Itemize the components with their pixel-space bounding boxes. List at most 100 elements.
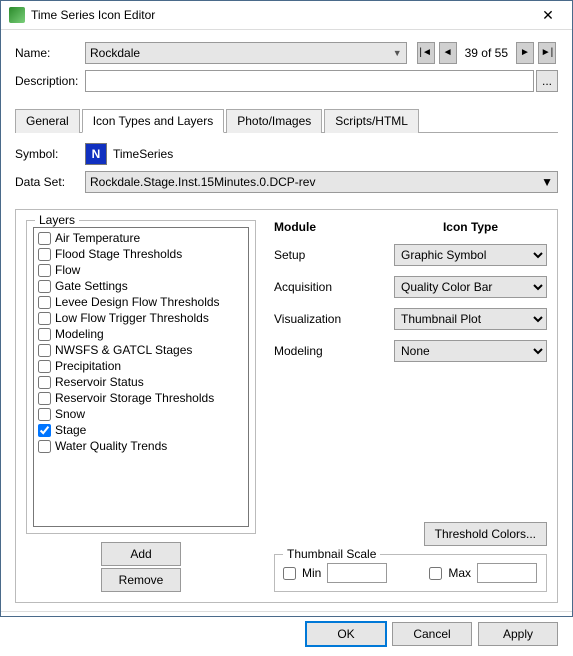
dataset-value: Rockdale.Stage.Inst.15Minutes.0.DCP-rev: [90, 175, 315, 189]
tab-photo[interactable]: Photo/Images: [226, 109, 322, 133]
layer-label: NWSFS & GATCL Stages: [55, 343, 192, 357]
layer-label: Modeling: [55, 327, 104, 341]
layer-checkbox[interactable]: [38, 264, 51, 277]
layer-label: Low Flow Trigger Thresholds: [55, 311, 209, 325]
symbol-label: Symbol:: [15, 147, 85, 161]
max-input[interactable]: [477, 563, 537, 583]
layer-checkbox[interactable]: [38, 408, 51, 421]
layer-item[interactable]: Water Quality Trends: [36, 438, 246, 454]
icon-type-select[interactable]: Thumbnail Plot: [394, 308, 547, 330]
layer-label: Flood Stage Thresholds: [55, 247, 182, 261]
module-label: Setup: [274, 248, 394, 262]
tab-general[interactable]: General: [15, 109, 80, 133]
module-label: Visualization: [274, 312, 394, 326]
layer-checkbox[interactable]: [38, 344, 51, 357]
layer-label: Levee Design Flow Thresholds: [55, 295, 220, 309]
chevron-down-icon: ▼: [541, 175, 553, 189]
nav-counter: 39 of 55: [459, 46, 514, 60]
layers-legend: Layers: [35, 213, 79, 227]
nav-last-button[interactable]: ►|: [538, 42, 556, 64]
layer-label: Air Temperature: [55, 231, 140, 245]
layer-item[interactable]: Snow: [36, 406, 246, 422]
nav-next-button[interactable]: ►: [516, 42, 534, 64]
icon-type-header: Icon Type: [394, 220, 547, 234]
layer-checkbox[interactable]: [38, 440, 51, 453]
layer-checkbox[interactable]: [38, 424, 51, 437]
min-checkbox[interactable]: [283, 567, 296, 580]
max-label: Max: [448, 566, 471, 580]
layer-item[interactable]: Precipitation: [36, 358, 246, 374]
tab-strip: General Icon Types and Layers Photo/Imag…: [15, 108, 558, 133]
max-checkbox[interactable]: [429, 567, 442, 580]
chevron-down-icon: ▼: [393, 48, 402, 58]
main-frame: Layers Air Temperature Flood Stage Thresh…: [15, 209, 558, 603]
layer-item[interactable]: Stage: [36, 422, 246, 438]
layer-item[interactable]: Flood Stage Thresholds: [36, 246, 246, 262]
cancel-button[interactable]: Cancel: [392, 622, 472, 646]
layer-item[interactable]: NWSFS & GATCL Stages: [36, 342, 246, 358]
close-button[interactable]: ✕: [528, 1, 568, 29]
module-row: SetupGraphic Symbol: [274, 244, 547, 266]
thumbnail-scale-fieldset: Thumbnail Scale Min Max: [274, 554, 547, 592]
layer-checkbox[interactable]: [38, 232, 51, 245]
module-row: VisualizationThumbnail Plot: [274, 308, 547, 330]
icon-type-select[interactable]: Graphic Symbol: [394, 244, 547, 266]
layer-label: Precipitation: [55, 359, 121, 373]
record-nav: |◄ ◄ 39 of 55 ► ►|: [415, 42, 558, 64]
description-browse-button[interactable]: ...: [536, 70, 558, 92]
threshold-colors-button[interactable]: Threshold Colors...: [424, 522, 547, 546]
layer-item[interactable]: Air Temperature: [36, 230, 246, 246]
name-combo[interactable]: Rockdale ▼: [85, 42, 407, 64]
window-title: Time Series Icon Editor: [31, 8, 528, 22]
titlebar: Time Series Icon Editor ✕: [1, 1, 572, 30]
layer-checkbox[interactable]: [38, 360, 51, 373]
apply-button[interactable]: Apply: [478, 622, 558, 646]
dialog-buttons: OK Cancel Apply: [1, 611, 572, 656]
layer-checkbox[interactable]: [38, 312, 51, 325]
nav-prev-button[interactable]: ◄: [439, 42, 457, 64]
module-label: Modeling: [274, 344, 394, 358]
layer-label: Snow: [55, 407, 85, 421]
layer-item[interactable]: Flow: [36, 262, 246, 278]
layer-checkbox[interactable]: [38, 296, 51, 309]
remove-button[interactable]: Remove: [101, 568, 181, 592]
module-row: AcquisitionQuality Color Bar: [274, 276, 547, 298]
layers-fieldset: Layers Air TemperatureFlood Stage Thresh…: [26, 220, 256, 534]
description-input[interactable]: [85, 70, 534, 92]
dataset-combo[interactable]: Rockdale.Stage.Inst.15Minutes.0.DCP-rev …: [85, 171, 558, 193]
layer-label: Gate Settings: [55, 279, 128, 293]
layer-item[interactable]: Low Flow Trigger Thresholds: [36, 310, 246, 326]
layers-listbox[interactable]: Air Temperature Flood Stage Thresholds Flo…: [33, 227, 249, 527]
layer-item[interactable]: Reservoir Status: [36, 374, 246, 390]
layer-item[interactable]: Levee Design Flow Thresholds: [36, 294, 246, 310]
icon-type-select[interactable]: None: [394, 340, 547, 362]
module-header: Module: [274, 220, 394, 234]
layer-label: Stage: [55, 423, 86, 437]
tab-icon-types[interactable]: Icon Types and Layers: [82, 109, 225, 133]
layer-checkbox[interactable]: [38, 376, 51, 389]
app-icon: [9, 7, 25, 23]
layer-label: Reservoir Storage Thresholds: [55, 391, 214, 405]
symbol-icon[interactable]: N: [85, 143, 107, 165]
nav-first-button[interactable]: |◄: [417, 42, 435, 64]
description-label: Description:: [15, 74, 85, 88]
min-input[interactable]: [327, 563, 387, 583]
layer-label: Water Quality Trends: [55, 439, 167, 453]
layer-item[interactable]: Reservoir Storage Thresholds: [36, 390, 246, 406]
add-button[interactable]: Add: [101, 542, 181, 566]
name-label: Name:: [15, 46, 85, 60]
icon-type-select[interactable]: Quality Color Bar: [394, 276, 547, 298]
layer-checkbox[interactable]: [38, 248, 51, 261]
tab-scripts[interactable]: Scripts/HTML: [324, 109, 419, 133]
layer-item[interactable]: Gate Settings: [36, 278, 246, 294]
layer-item[interactable]: Modeling: [36, 326, 246, 342]
layer-checkbox[interactable]: [38, 280, 51, 293]
layer-checkbox[interactable]: [38, 392, 51, 405]
layer-label: Flow: [55, 263, 80, 277]
ok-button[interactable]: OK: [306, 622, 386, 646]
dataset-label: Data Set:: [15, 175, 85, 189]
symbol-text: TimeSeries: [113, 147, 173, 161]
module-row: ModelingNone: [274, 340, 547, 362]
thumbnail-legend: Thumbnail Scale: [283, 547, 380, 561]
layer-checkbox[interactable]: [38, 328, 51, 341]
